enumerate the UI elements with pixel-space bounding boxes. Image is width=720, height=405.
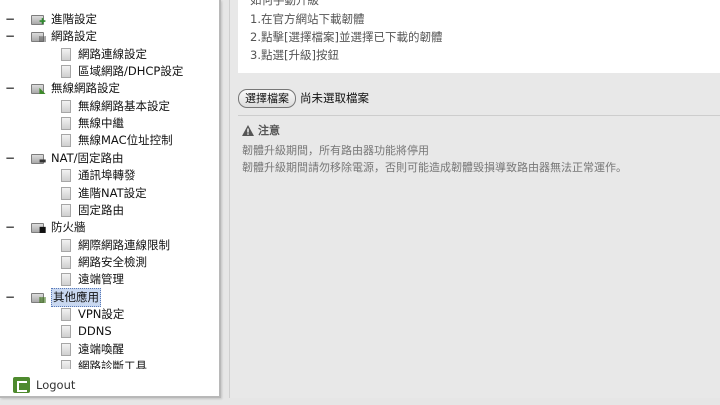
collapse-toggle-icon[interactable]: −	[5, 289, 15, 306]
folder-icon: ▦	[31, 291, 47, 304]
tree-category-label: 無線網路設定	[51, 81, 120, 96]
page-icon	[61, 273, 71, 287]
tree-item-label: 進階NAT設定	[78, 185, 147, 200]
tree-item[interactable]: 網際網路連線限制	[61, 237, 170, 254]
tree-item[interactable]: 網路安全檢測	[61, 254, 147, 271]
tree-item-label: 無線MAC位址控制	[78, 133, 173, 148]
tree-item[interactable]: 無線MAC位址控制	[61, 132, 173, 149]
tree-category-label: 網路設定	[51, 29, 97, 44]
navigation-panel: − ✚ 進階設定 − ▤ 網路設定網路連線設定區域網路/DHCP設定 − ◣ 無線網路設定無線網…	[0, 0, 221, 398]
warning-text: 韌體升級期間，所有路由器功能將停用	[242, 144, 429, 157]
page-icon	[61, 203, 71, 217]
folder-icon: ◣	[31, 82, 47, 95]
choose-file-button[interactable]: 選擇檔案	[238, 88, 296, 108]
divider	[238, 115, 720, 116]
tree-item-label: 遠端喚醒	[78, 341, 124, 356]
tree-item-label: VPN設定	[78, 306, 125, 321]
file-status: 尚未選取檔案	[300, 91, 369, 105]
logout-icon	[13, 376, 30, 393]
page-icon	[61, 360, 71, 369]
tree-item[interactable]: 網路診斷工具	[61, 358, 147, 369]
logout-link[interactable]: Logout	[13, 376, 75, 393]
tree-item[interactable]: 固定路由	[61, 202, 124, 219]
tree-category-label: 其他應用	[51, 287, 101, 307]
tree-item-label: 遠端管理	[78, 272, 124, 287]
tree-item[interactable]: 進階NAT設定	[61, 185, 147, 202]
tree-item[interactable]: 無線中繼	[61, 115, 124, 132]
tree-item[interactable]: 通訊埠轉發	[61, 167, 136, 184]
tree-item[interactable]: DDNS	[61, 323, 112, 340]
tree-category[interactable]: − ▤ 網路設定	[5, 28, 97, 45]
tree-category[interactable]: − ✚ 進階設定	[5, 11, 97, 28]
page-icon	[61, 117, 71, 131]
tree-category-label: 進階設定	[51, 12, 97, 26]
tree-item-label: 無線網路基本設定	[78, 98, 170, 113]
page-icon	[61, 325, 71, 339]
instructions-box: 如何手動升級 1.在官方網站下載韌體 2.點擊[選擇檔案]並選擇已下載的韌體 3…	[238, 0, 720, 73]
instruction-step: 1.在官方網站下載韌體	[250, 12, 365, 26]
warning-heading: 注意	[242, 122, 280, 138]
file-picker: 選擇檔案 尚未選取檔案	[238, 87, 369, 109]
tree-item-label: 區域網路/DHCP設定	[78, 64, 184, 79]
tree-category-label: NAT/固定路由	[51, 150, 124, 165]
collapse-toggle-icon[interactable]: −	[5, 11, 15, 28]
page-icon	[61, 255, 71, 269]
tree-item[interactable]: 無線網路基本設定	[61, 98, 170, 115]
page-icon	[61, 134, 71, 148]
tree-item-label: 網路連線設定	[78, 46, 147, 61]
tree-item[interactable]: 遠端喚醒	[61, 341, 124, 358]
logout-label: Logout	[36, 377, 76, 392]
page-icon	[61, 65, 71, 79]
collapse-toggle-icon[interactable]: −	[5, 150, 15, 167]
tree-item-label: 網際網路連線限制	[78, 237, 170, 252]
folder-icon: ▬	[31, 152, 47, 165]
page-icon	[61, 47, 71, 61]
collapse-toggle-icon[interactable]: −	[5, 28, 15, 45]
page-icon	[61, 99, 71, 113]
tree-item-label: 無線中繼	[78, 116, 124, 131]
tree-item-label: 網路診斷工具	[78, 359, 147, 369]
folder-icon: ▤	[31, 30, 47, 43]
tree-item-label: 網路安全檢測	[78, 254, 147, 269]
tree-item[interactable]: VPN設定	[61, 306, 124, 323]
tree-item[interactable]: 區域網路/DHCP設定	[61, 63, 183, 80]
warning-icon	[242, 124, 254, 136]
instructions-heading: 如何手動升級	[250, 0, 319, 7]
router-admin-window: − ✚ 進階設定 − ▤ 網路設定網路連線設定區域網路/DHCP設定 − ◣ 無線網路設定無線網…	[0, 0, 720, 405]
instruction-step: 2.點擊[選擇檔案]並選擇已下載的韌體	[250, 30, 443, 44]
tree-category[interactable]: − ▬ NAT/固定路由	[5, 150, 124, 167]
tree-item-label: DDNS	[78, 324, 112, 339]
tree-item-label: 固定路由	[78, 202, 124, 217]
page-icon	[61, 342, 71, 356]
warning-title: 注意	[258, 124, 280, 137]
tree-category[interactable]: − ▦ 其他應用	[5, 287, 101, 307]
collapse-toggle-icon[interactable]: −	[5, 80, 15, 97]
tree-item[interactable]: 遠端管理	[61, 271, 124, 288]
folder-icon: ✚	[31, 13, 47, 26]
page-icon	[61, 186, 71, 200]
page-icon	[61, 238, 71, 252]
tree-item[interactable]: 網路連線設定	[61, 46, 147, 63]
folder-icon: ■	[31, 221, 47, 234]
tree-category[interactable]: − ◣ 無線網路設定	[5, 80, 120, 97]
page-icon	[61, 307, 71, 321]
menu-tree: − ✚ 進階設定 − ▤ 網路設定網路連線設定區域網路/DHCP設定 − ◣ 無線網路設定無線網…	[0, 11, 219, 369]
tree-category[interactable]: − ■ 防火牆	[5, 219, 86, 236]
warning-text: 韌體升級期間請勿移除電源，否則可能造成韌體毀損導致路由器無法正常運作。	[242, 161, 627, 174]
collapse-toggle-icon[interactable]: −	[5, 219, 15, 236]
instruction-step: 3.點選[升級]按鈕	[250, 48, 339, 62]
page-icon	[61, 169, 71, 183]
tree-category-label: 防火牆	[51, 220, 86, 235]
firmware-upgrade-panel: 如何手動升級 1.在官方網站下載韌體 2.點擊[選擇檔案]並選擇已下載的韌體 3…	[229, 0, 720, 398]
tree-item-label: 通訊埠轉發	[78, 168, 136, 183]
